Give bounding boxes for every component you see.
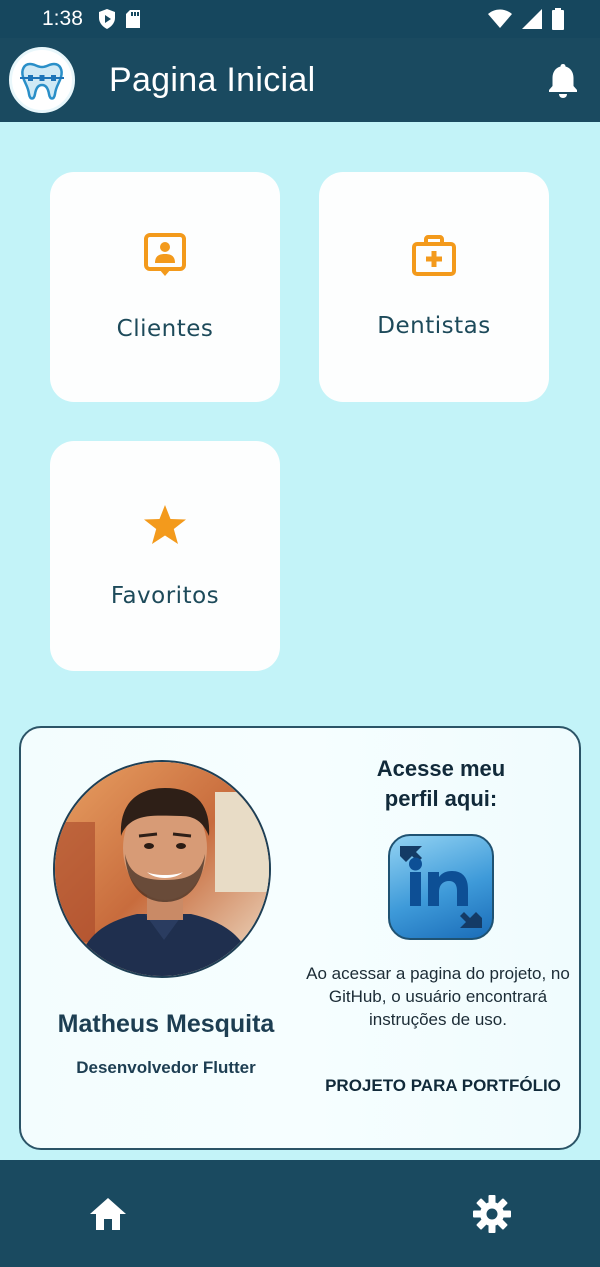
portfolio-label: PROJETO PARA PORTFÓLIO [325,1076,561,1095]
medical-case-icon [411,235,457,277]
card-label: Favoritos [110,583,220,609]
developer-name: Matheus Mesquita [57,1010,275,1038]
linkedin-icon [396,842,486,932]
favoritos-card[interactable]: Favoritos [50,441,280,671]
bell-icon[interactable] [546,61,580,99]
sd-card-icon [125,9,141,29]
signal-icon [522,9,542,29]
bottom-navigation [0,1160,600,1267]
clientes-card[interactable]: Clientes [50,172,280,402]
tooth-logo-icon [9,47,75,113]
access-profile-title: Acesse meu perfil aqui: [351,754,531,814]
app-bar: Pagina Inicial [0,38,600,122]
access-title-line2: perfil aqui: [384,786,498,811]
home-icon[interactable] [88,1196,128,1232]
dentistas-card[interactable]: Dentistas [319,172,549,402]
contact-badge-icon [143,232,187,280]
settings-icon[interactable] [472,1194,512,1234]
wifi-icon [488,9,512,29]
status-time: 1:38 [42,7,83,30]
access-title-line1: Acesse meu [376,756,506,781]
project-info-text: Ao acessar a pagina do projeto, no GitHu… [306,964,570,1029]
developer-role: Desenvolvedor Flutter [76,1058,256,1077]
star-icon [142,503,188,547]
shield-icon [97,8,117,30]
card-label: Clientes [116,316,214,342]
battery-icon [552,8,564,30]
avatar [53,760,271,978]
card-label: Dentistas [377,313,491,339]
page-title: Pagina Inicial [109,60,316,99]
status-bar: 1:38 [0,0,600,38]
developer-profile-card: Matheus Mesquita Desenvolvedor Flutter A… [19,726,581,1150]
linkedin-button[interactable] [388,834,494,940]
